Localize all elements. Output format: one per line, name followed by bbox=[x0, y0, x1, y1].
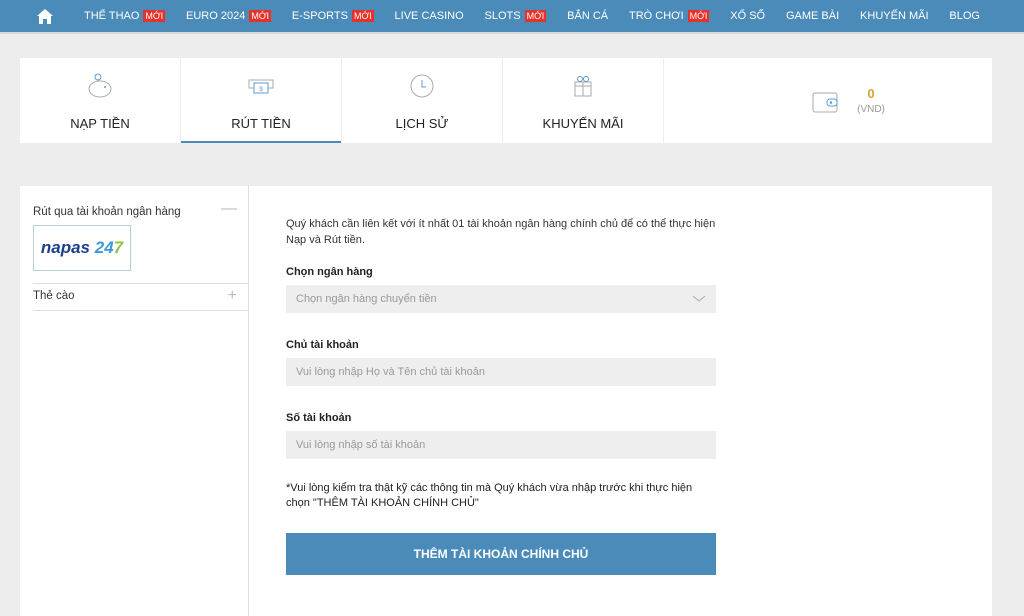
nav-item-label: SLOTS bbox=[484, 10, 521, 22]
piggy-bank-icon bbox=[88, 73, 112, 98]
tab-nap-tien[interactable]: NẠP TIỀN bbox=[20, 58, 181, 143]
number-placeholder: Vui lòng nhập số tài khoản bbox=[296, 439, 426, 451]
method-card-label: Thẻ cào bbox=[33, 290, 75, 302]
nav-item-label: BLOG bbox=[949, 10, 980, 22]
nav-item[interactable]: GAME BÀI bbox=[786, 10, 839, 22]
new-badge: MỚI bbox=[143, 10, 166, 22]
account-number-input[interactable]: Vui lòng nhập số tài khoản bbox=[286, 431, 716, 459]
nav-item[interactable]: KHUYẾN MÃI bbox=[860, 10, 928, 22]
cash-withdraw-icon: $ bbox=[248, 79, 274, 94]
nav-item[interactable]: BẮN CÁ bbox=[567, 10, 608, 22]
nav-item[interactable]: XỔ SỐ bbox=[730, 10, 765, 22]
nav-item[interactable]: TRÒ CHƠI MỚI bbox=[629, 10, 710, 22]
collapse-icon[interactable]: — bbox=[221, 200, 237, 218]
add-account-button[interactable]: THÊM TÀI KHOẢN CHÍNH CHỦ bbox=[286, 533, 716, 575]
intro-text: Quý khách cần liên kết với ít nhất 01 tà… bbox=[286, 218, 716, 246]
warning-note: *Vui lòng kiểm tra thật kỹ các thông tin… bbox=[286, 482, 693, 509]
nav-item-label: GAME BÀI bbox=[785, 10, 840, 22]
wallet-icon bbox=[812, 92, 838, 112]
nav-item-label: LIVE CASINO bbox=[394, 10, 464, 22]
bank-select-value: Chọn ngân hàng chuyển tiền bbox=[296, 293, 437, 305]
nav-item[interactable]: EURO 2024 MỚI bbox=[186, 10, 272, 22]
history-icon bbox=[410, 74, 434, 98]
owner-label: Chủ tài khoản bbox=[286, 339, 359, 351]
wallet-balance: 0 (VND) bbox=[664, 58, 992, 143]
tab-rut-tien[interactable]: $ RÚT TIỀN bbox=[181, 58, 342, 143]
gift-icon bbox=[574, 76, 592, 97]
nav-item[interactable]: BLOG bbox=[949, 10, 980, 22]
nav-item-label: EURO 2024 bbox=[186, 10, 246, 22]
withdraw-panel: Rút qua tài khoản ngân hàng — napas 24 7 … bbox=[20, 186, 992, 616]
napas-logo[interactable]: napas 24 7 bbox=[33, 225, 131, 271]
owner-placeholder: Vui lòng nhập Họ và Tên chủ tài khoản bbox=[296, 366, 485, 378]
method-bank-label: Rút qua tài khoản ngân hàng bbox=[33, 206, 181, 218]
tab-khuyen-mai[interactable]: KHUYẾN MÃI bbox=[503, 58, 664, 143]
tab-lich-su[interactable]: LỊCH SỬ bbox=[342, 58, 503, 143]
nav-item[interactable]: E-SPORTS MỚI bbox=[292, 10, 374, 22]
bank-select[interactable]: Chọn ngân hàng chuyển tiền bbox=[286, 285, 716, 313]
new-badge: MỚI bbox=[351, 10, 374, 22]
tab-label: RÚT TIỀN bbox=[231, 116, 291, 131]
wallet-tabs: NẠP TIỀN $ RÚT TIỀN LỊCH SỬ KHUYẾN MÃI 0… bbox=[20, 58, 992, 143]
tab-label: NẠP TIỀN bbox=[70, 116, 130, 131]
nav-item-label: THỂ THAO bbox=[84, 10, 140, 22]
balance-currency: (VND) bbox=[857, 104, 885, 115]
nav-item-label: E-SPORTS bbox=[291, 10, 348, 22]
expand-icon[interactable]: + bbox=[228, 284, 237, 308]
number-label: Số tài khoản bbox=[286, 412, 352, 424]
owner-input[interactable]: Vui lòng nhập Họ và Tên chủ tài khoản bbox=[286, 358, 716, 386]
bank-label: Chọn ngân hàng bbox=[286, 266, 373, 278]
nav-item-label: BẮN CÁ bbox=[567, 10, 609, 22]
balance-value: 0 bbox=[867, 86, 875, 101]
new-badge: MỚI bbox=[524, 10, 547, 22]
nav-item-label: XỔ SỐ bbox=[730, 10, 766, 22]
top-nav: THỂ THAO MỚI EURO 2024 MỚI E-SPORTS MỚI LIVE C… bbox=[0, 0, 1024, 34]
home-icon[interactable] bbox=[37, 9, 53, 24]
tab-label: KHUYẾN MÃI bbox=[542, 116, 624, 131]
bank-form: Quý khách cần liên kết với ít nhất 01 tà… bbox=[286, 216, 716, 575]
nav-item[interactable]: SLOTS MỚI bbox=[485, 10, 547, 22]
chevron-down-icon bbox=[692, 285, 706, 324]
nav-item[interactable]: THỂ THAO MỚI bbox=[84, 10, 166, 22]
nav-item-label: KHUYẾN MÃI bbox=[860, 10, 929, 22]
new-badge: MỚI bbox=[687, 10, 710, 22]
nav-list: THỂ THAO MỚI EURO 2024 MỚI E-SPORTS MỚI LIVE C… bbox=[84, 0, 980, 32]
nav-item-label: TRÒ CHƠI bbox=[629, 10, 684, 22]
method-bank[interactable]: Rút qua tài khoản ngân hàng — napas 24 7 bbox=[33, 186, 249, 284]
method-card[interactable]: Thẻ cào + bbox=[33, 284, 249, 311]
new-badge: MỚI bbox=[249, 10, 272, 22]
method-sidebar: Rút qua tài khoản ngân hàng — napas 24 7 … bbox=[20, 186, 249, 616]
nav-item[interactable]: LIVE CASINO bbox=[395, 10, 464, 22]
tab-label: LỊCH SỬ bbox=[395, 116, 449, 131]
